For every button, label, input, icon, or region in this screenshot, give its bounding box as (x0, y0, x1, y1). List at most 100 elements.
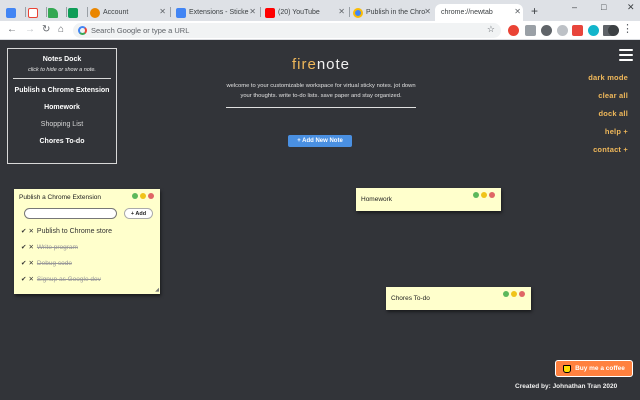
calendar-icon (6, 7, 16, 18)
note-yellow-dot[interactable] (511, 291, 517, 297)
note-controls (471, 192, 495, 198)
note-red-dot[interactable] (489, 192, 495, 198)
tab-account[interactable]: Account ✕ (90, 4, 168, 21)
back-arrow-icon[interactable]: ← (7, 24, 17, 35)
todo-item: ✔ ✕ Write program (21, 243, 78, 252)
todo-item: ✔ ✕ Signup as Google dev (21, 275, 101, 284)
forward-arrow-icon[interactable]: → (25, 24, 35, 35)
close-tab-icon[interactable]: ✕ (159, 7, 166, 16)
extension-teal-icon[interactable] (588, 25, 599, 36)
app-logo: firenote (291, 56, 351, 73)
tab-extensions[interactable]: Extensions - Sticke ✕ (176, 4, 258, 21)
browser-tab-strip: Account ✕ Extensions - Sticke ✕ (20) You… (0, 0, 640, 21)
home-icon[interactable]: ⌂ (58, 24, 64, 35)
sticky-note-publish[interactable]: Publish a Chrome Extension + Add ✔ ✕ Publ… (14, 189, 160, 294)
add-new-note-button[interactable]: + Add New Note (288, 135, 352, 147)
note-green-dot[interactable] (473, 192, 479, 198)
extension-icon (176, 7, 186, 18)
omnibox[interactable]: Search Google or type a URL ☆ (73, 23, 501, 38)
check-icon[interactable]: ✔ (21, 227, 26, 235)
tab-drive[interactable] (48, 4, 66, 21)
todo-input[interactable] (24, 208, 117, 219)
dock-hint: click to hide or show a note. (28, 67, 96, 73)
tagline: welcome to your customizable workspace f… (226, 83, 416, 99)
note-green-dot[interactable] (132, 193, 138, 199)
reload-icon[interactable]: ↻ (42, 24, 50, 35)
credit-text: Created by: Johnathan Tran 2020 (515, 383, 618, 390)
dock-item-publish[interactable]: Publish a Chrome Extension (8, 84, 116, 97)
omnibox-placeholder: Search Google or type a URL (91, 26, 190, 35)
newtab-page: Notes Dock click to hide or show a note.… (0, 41, 640, 400)
menu-contact[interactable]: contact + (588, 145, 628, 154)
resize-grip-icon[interactable]: ◢ (155, 287, 159, 293)
sticky-note-chores[interactable]: Chores To-do (386, 287, 531, 310)
menu-help[interactable]: help + (588, 127, 628, 136)
dock-divider (13, 78, 111, 79)
delete-x-icon[interactable]: ✕ (28, 243, 33, 251)
dock-item-homework[interactable]: Homework (8, 101, 116, 114)
delete-x-icon[interactable]: ✕ (28, 259, 33, 267)
close-tab-icon[interactable]: ✕ (249, 7, 256, 16)
extension-user-icon[interactable] (557, 25, 568, 36)
dock-title: Notes Dock (42, 56, 82, 63)
maximize-button[interactable]: □ (601, 2, 606, 12)
sticky-note-homework[interactable]: Homework (356, 188, 501, 211)
delete-x-icon[interactable]: ✕ (28, 227, 33, 235)
extension-gray-icon[interactable] (525, 25, 536, 36)
gmail-icon (28, 7, 38, 18)
dock-item-shopping-list[interactable]: Shopping List (8, 118, 116, 131)
tab-sheets[interactable] (68, 4, 86, 21)
todo-item: ✔ ✕ Debug code (21, 259, 72, 268)
sheets-icon (68, 7, 78, 18)
note-title: Publish a Chrome Extension (19, 194, 102, 201)
tab-youtube[interactable]: (20) YouTube ✕ (265, 4, 347, 21)
hamburger-menu-icon[interactable] (619, 49, 633, 61)
close-tab-icon[interactable]: ✕ (338, 7, 345, 16)
todo-add-button[interactable]: + Add (124, 208, 153, 219)
note-green-dot[interactable] (503, 291, 509, 297)
close-window-button[interactable]: ✕ (627, 2, 635, 13)
dock-item-chores[interactable]: Chores To-do (8, 135, 116, 148)
chrome-icon (353, 7, 363, 18)
bookmark-star-icon[interactable]: ☆ (487, 24, 495, 35)
hero-divider (226, 107, 416, 108)
new-tab-button[interactable]: + (531, 4, 538, 18)
menu-dark-mode[interactable]: dark mode (588, 73, 628, 82)
delete-x-icon[interactable]: ✕ (28, 275, 33, 283)
tab-publish[interactable]: Publish in the Chro ✕ (353, 4, 433, 21)
youtube-icon (265, 7, 275, 18)
extension-adblock-icon[interactable] (508, 25, 519, 36)
note-yellow-dot[interactable] (481, 192, 487, 198)
buy-me-a-coffee-button[interactable]: Buy me a coffee (555, 360, 633, 377)
hero: firenote welcome to your customizable wo… (215, 56, 427, 108)
notes-dock: Notes Dock click to hide or show a note.… (7, 48, 117, 164)
google-icon (78, 26, 87, 35)
tab-gmail[interactable] (28, 4, 46, 21)
browser-menu-icon[interactable]: ⋮ (622, 22, 633, 35)
check-icon[interactable]: ✔ (21, 243, 26, 251)
note-red-dot[interactable] (519, 291, 525, 297)
check-icon[interactable]: ✔ (21, 275, 26, 283)
close-tab-icon[interactable]: ✕ (424, 7, 431, 16)
tab-calendar[interactable] (6, 4, 24, 21)
minimize-button[interactable]: – (572, 2, 577, 12)
note-controls (501, 291, 525, 297)
note-title: Homework (361, 196, 393, 203)
menu-clear-all[interactable]: clear all (588, 91, 628, 100)
todo-item: ✔ ✕ Publish to Chrome store (21, 227, 112, 236)
note-controls (130, 193, 154, 199)
profile-avatar[interactable] (608, 25, 619, 36)
drive-icon (48, 7, 58, 18)
tab-newtab[interactable]: chrome://newtab ✕ (435, 4, 523, 21)
note-red-dot[interactable] (148, 193, 154, 199)
extension-pinterest-icon[interactable] (541, 25, 552, 36)
close-tab-icon[interactable]: ✕ (514, 7, 521, 16)
note-yellow-dot[interactable] (140, 193, 146, 199)
note-title: Chores To-do (391, 295, 430, 302)
extension-red-icon[interactable] (572, 25, 583, 36)
check-icon[interactable]: ✔ (21, 259, 26, 267)
account-icon (90, 7, 100, 18)
side-menu: dark mode clear all dock all help + cont… (588, 73, 628, 163)
coffee-cup-icon (563, 364, 572, 373)
menu-dock-all[interactable]: dock all (588, 109, 628, 118)
